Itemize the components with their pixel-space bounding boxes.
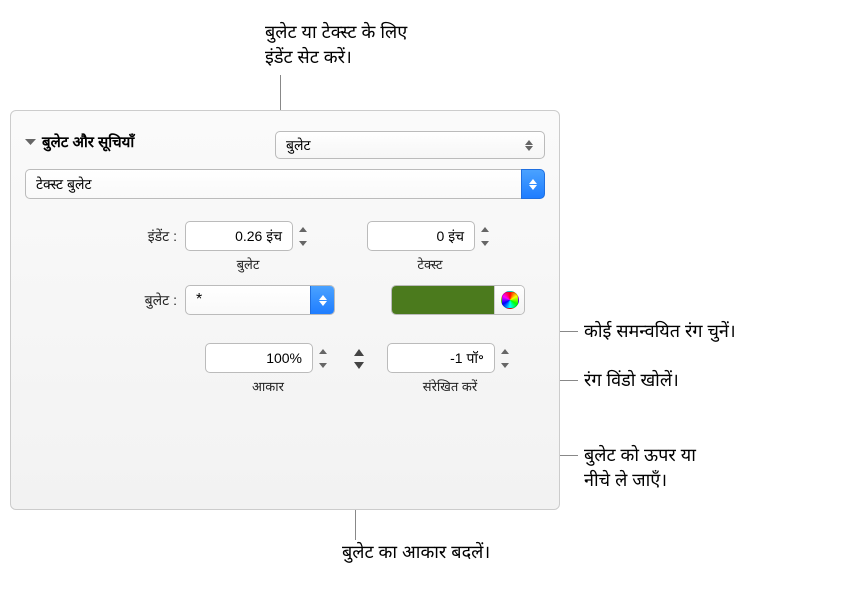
chevron-updown-icon (521, 169, 545, 199)
step-down-icon[interactable] (497, 359, 513, 371)
color-wheel-icon (501, 291, 519, 309)
bullet-color-well[interactable] (392, 286, 494, 314)
bullet-type-select[interactable]: टेक्स्ट बुलेट (25, 169, 545, 199)
list-type-select[interactable]: बुलेट (275, 131, 545, 159)
align-updown-icon (351, 343, 367, 369)
annotation-open-color-window: रंग विंडो खोलें। (584, 368, 679, 393)
indent-text-stepper[interactable]: 0 इंच (367, 221, 493, 251)
align-value[interactable]: -1 पॉ॰ (387, 343, 495, 373)
indent-label: इंडेंट : (25, 221, 185, 246)
indent-text-value[interactable]: 0 इंच (367, 221, 475, 251)
annotation-indent: बुलेट या टेक्स्ट के लिए इंडेंट सेट करें। (265, 20, 407, 70)
align-stepper[interactable]: -1 पॉ॰ (387, 343, 513, 373)
size-sublabel: आकार (252, 377, 284, 395)
align-sublabel: संरेखित करें (423, 377, 477, 395)
section-header-bullets[interactable]: बुलेट और सूचियाँ (25, 132, 235, 152)
bullet-char-value: * (196, 291, 202, 309)
chevron-updown-icon (522, 140, 536, 151)
indent-bullet-value[interactable]: 0.26 इंच (185, 221, 293, 251)
open-color-window-button[interactable] (494, 286, 524, 314)
chevron-updown-icon (310, 286, 334, 314)
step-up-icon[interactable] (477, 223, 493, 235)
step-down-icon[interactable] (295, 237, 311, 249)
bullet-type-value: टेक्स्ट बुलेट (36, 175, 92, 194)
annotation-coordinated-color: कोई समन्वयित रंग चुनें। (584, 319, 736, 344)
annotation-move-bullet: बुलेट को ऊपर या नीचे ले जाएँ। (584, 443, 696, 493)
indent-text-sublabel: टेक्स्ट (417, 255, 442, 273)
step-up-icon[interactable] (497, 345, 513, 357)
bullet-label: बुलेट : (25, 291, 185, 310)
disclosure-down-icon (25, 138, 36, 146)
step-up-icon[interactable] (295, 223, 311, 235)
inspector-panel: बुलेट और सूचियाँ बुलेट टेक्स्ट बुलेट इंड… (10, 110, 560, 510)
indent-bullet-stepper[interactable]: 0.26 इंच (185, 221, 311, 251)
list-type-value: बुलेट (286, 136, 311, 155)
size-stepper[interactable]: 100% (205, 343, 331, 373)
annotation-change-size: बुलेट का आकार बदलें। (342, 540, 490, 565)
step-down-icon[interactable] (477, 237, 493, 249)
step-down-icon[interactable] (315, 359, 331, 371)
indent-bullet-sublabel: बुलेट (237, 255, 260, 273)
size-value[interactable]: 100% (205, 343, 313, 373)
section-title: बुलेट और सूचियाँ (42, 132, 134, 152)
bullet-char-select[interactable]: * (185, 285, 335, 315)
step-up-icon[interactable] (315, 345, 331, 357)
